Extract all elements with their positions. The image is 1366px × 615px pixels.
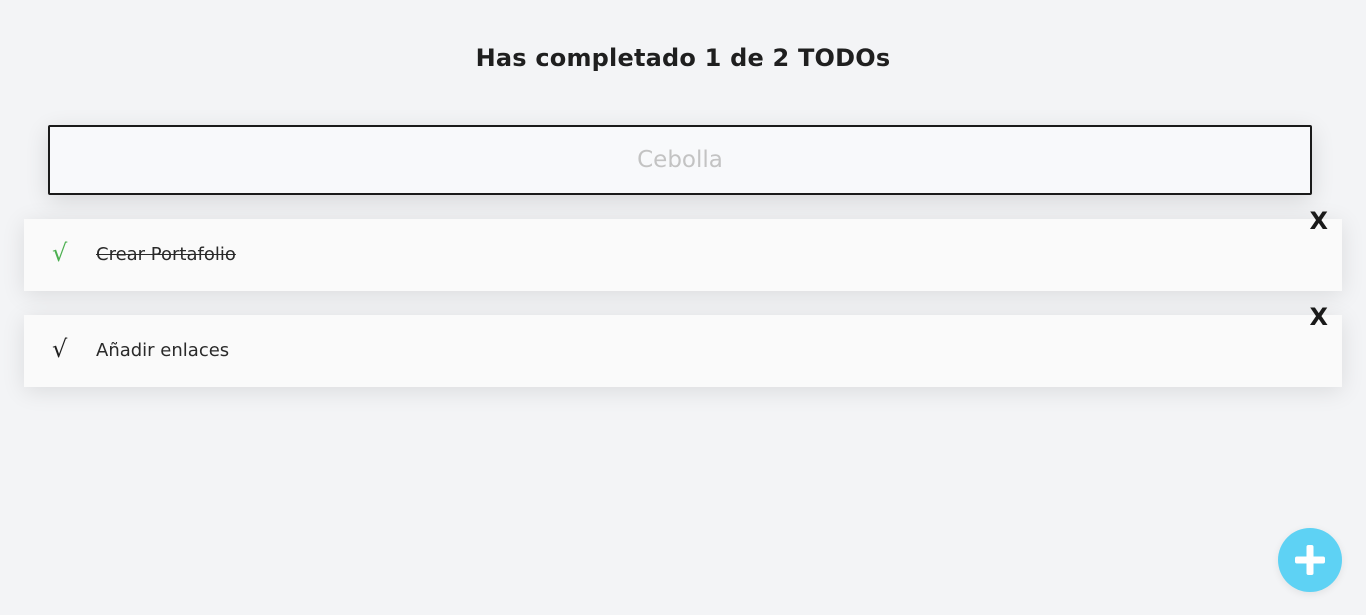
- todo-app: Has completado 1 de 2 TODOs √ Crear Port…: [0, 0, 1366, 615]
- todo-item: √ Añadir enlaces X: [24, 303, 1342, 387]
- plus-icon: [1295, 545, 1325, 575]
- todo-text: Crear Portafolio: [96, 244, 236, 265]
- add-todo-button[interactable]: [1278, 528, 1342, 592]
- page-title: Has completado 1 de 2 TODOs: [475, 44, 891, 72]
- delete-button[interactable]: X: [1309, 303, 1328, 331]
- todo-item: √ Crear Portafolio X: [24, 207, 1342, 291]
- check-icon[interactable]: √: [52, 238, 67, 268]
- check-icon[interactable]: √: [52, 334, 67, 364]
- todo-text: Añadir enlaces: [96, 340, 230, 361]
- delete-button[interactable]: X: [1309, 207, 1328, 235]
- todo-list: √ Crear Portafolio X √ Añadir enlaces X: [24, 207, 1342, 411]
- new-todo-input[interactable]: [48, 125, 1312, 195]
